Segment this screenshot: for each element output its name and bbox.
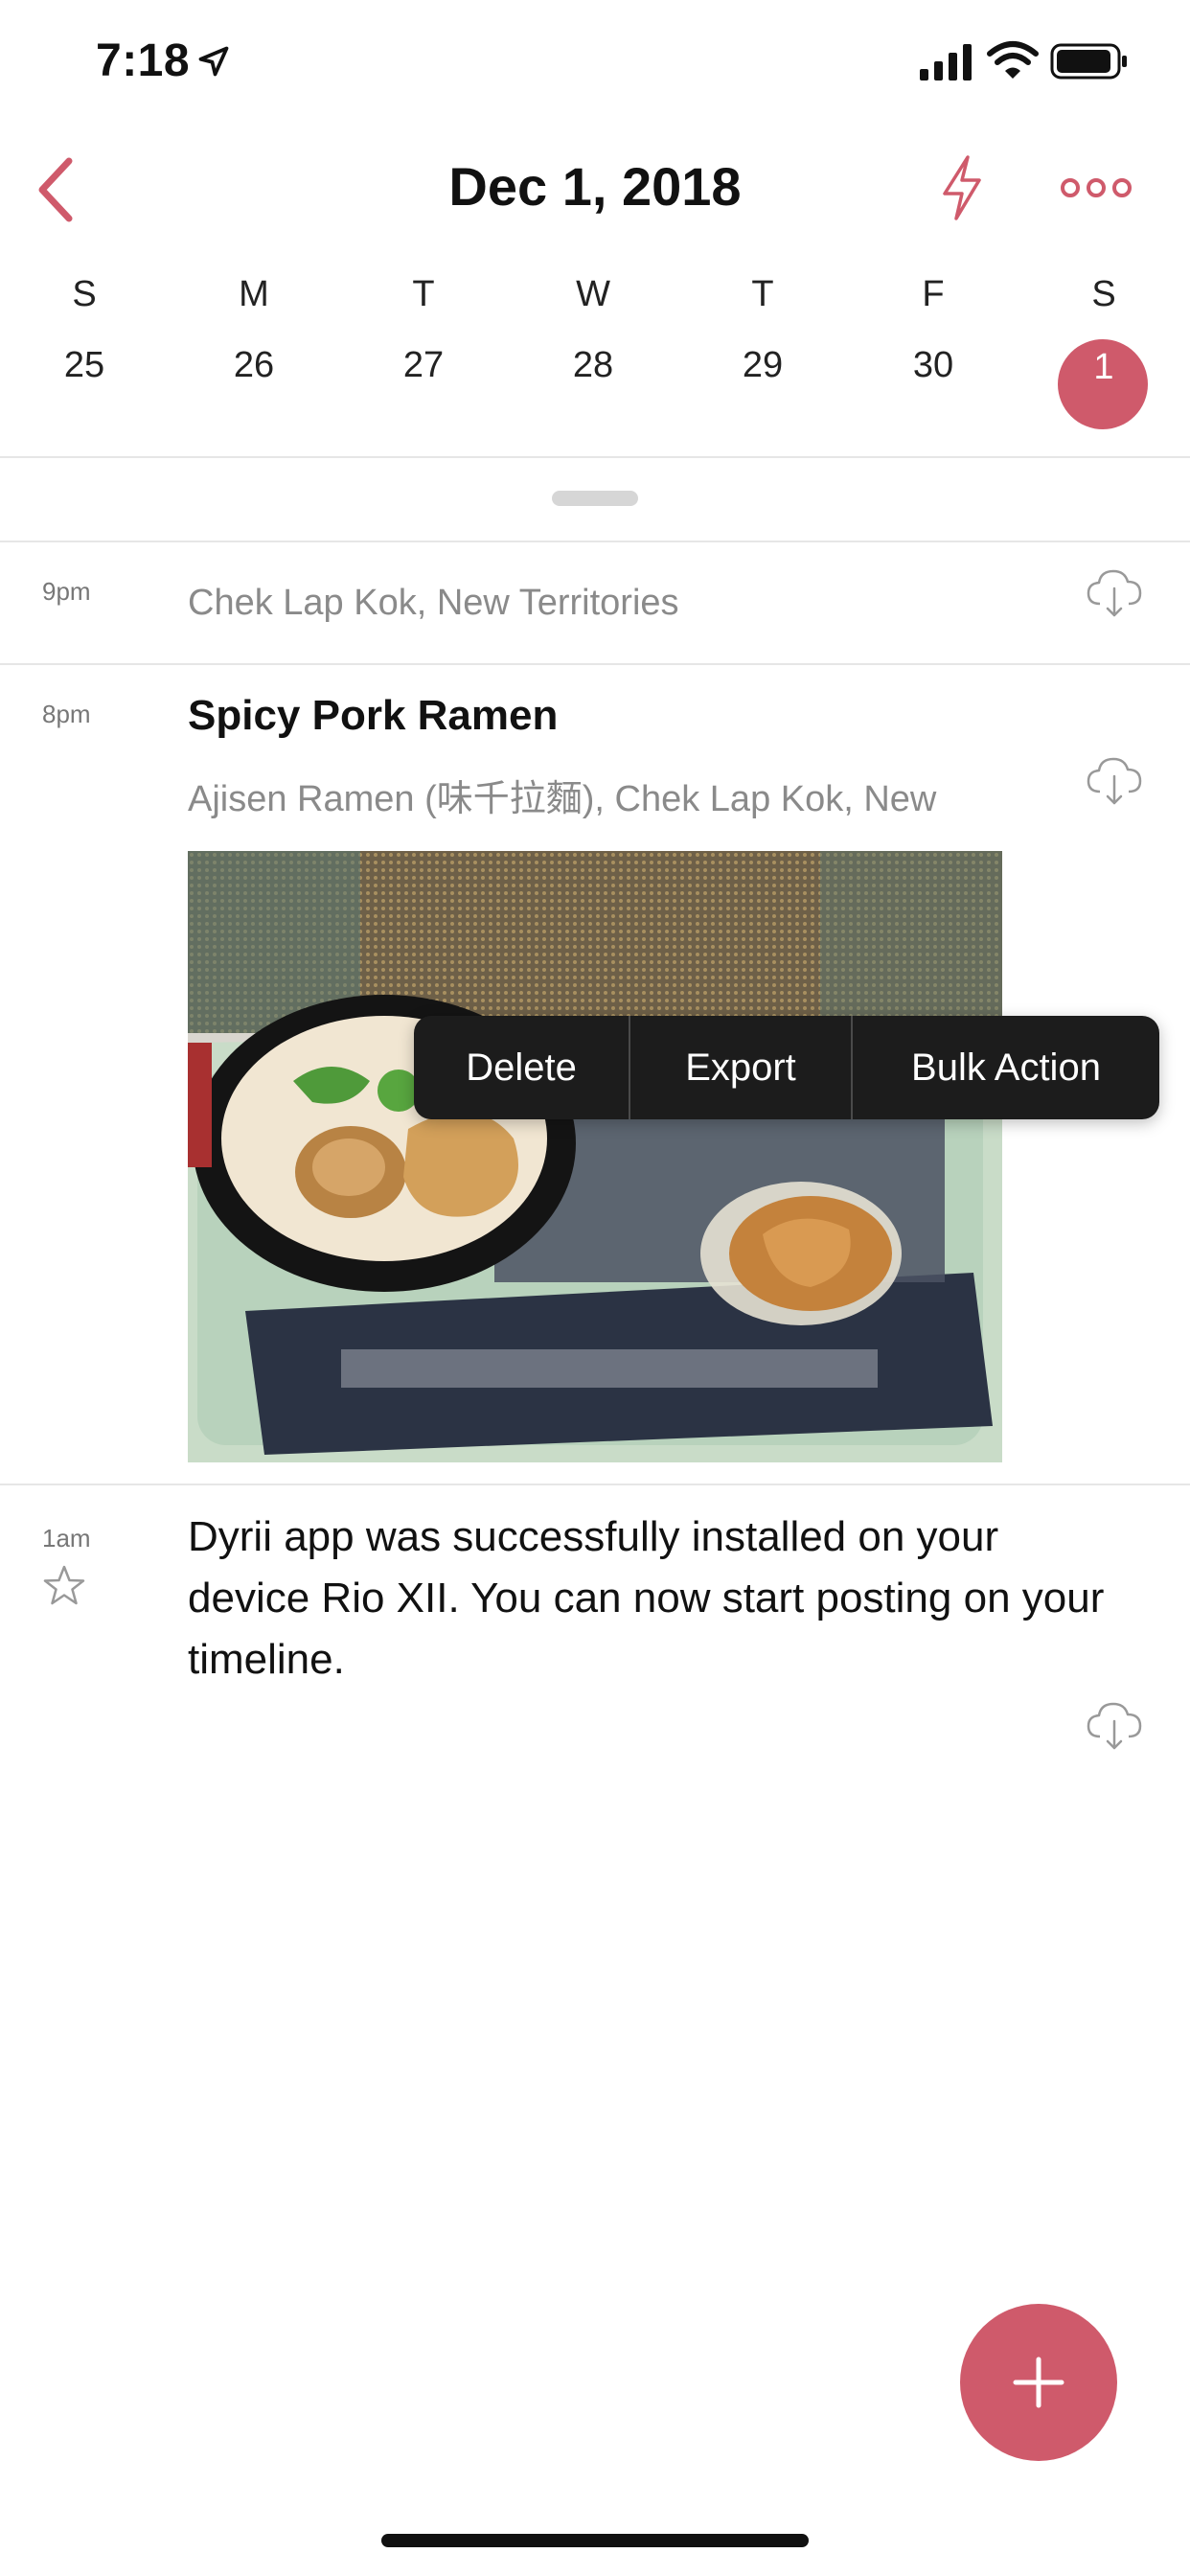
- battery-icon: [1050, 43, 1127, 80]
- day-number: 26: [233, 345, 275, 385]
- day-of-week-label: S: [72, 274, 97, 314]
- entry-location[interactable]: Ajisen Ramen (味千拉麵), Chek Lap Kok, New: [188, 769, 936, 821]
- entry-time: 1am: [42, 1524, 91, 1552]
- page-title: Dec 1, 2018: [448, 156, 742, 217]
- day-of-week-label: S: [1091, 274, 1116, 314]
- week-strip: S 25 M 26 T 27 W 28 T 29 F 30 S 1: [0, 268, 1190, 441]
- bulk-action-menu-item[interactable]: Bulk Action: [853, 1016, 1159, 1119]
- cloud-download-icon[interactable]: [1085, 753, 1144, 807]
- day-of-week-label: T: [751, 274, 774, 314]
- day-of-week-label: F: [922, 274, 945, 314]
- drag-handle[interactable]: [552, 491, 638, 506]
- location-arrow-icon: [198, 46, 229, 77]
- day-number: 28: [572, 345, 614, 385]
- add-entry-button[interactable]: [960, 2304, 1117, 2461]
- cellular-signal-icon: [920, 44, 972, 80]
- day-number: 27: [402, 345, 445, 385]
- entry-location[interactable]: Chek Lap Kok, New Territories: [188, 583, 679, 624]
- status-time: 7:18: [96, 35, 191, 86]
- entry-title[interactable]: Spicy Pork Ramen: [188, 692, 558, 740]
- more-options-icon[interactable]: [1060, 171, 1133, 205]
- star-icon[interactable]: [42, 1564, 86, 1608]
- divider: [0, 456, 1190, 458]
- plus-icon: [1013, 2357, 1064, 2408]
- day-number: 25: [63, 345, 105, 385]
- entry-time: 8pm: [42, 700, 91, 728]
- home-indicator[interactable]: [381, 2534, 809, 2547]
- divider: [0, 540, 1190, 542]
- context-menu: Delete Export Bulk Action: [414, 1016, 1159, 1119]
- ramen-photo[interactable]: [188, 851, 1002, 1462]
- day-number: 29: [742, 345, 784, 385]
- day-number: 30: [912, 345, 954, 385]
- day-of-week-label: T: [412, 274, 435, 314]
- divider: [0, 663, 1190, 665]
- lightning-bolt-icon[interactable]: [935, 153, 989, 222]
- day-of-week-label: W: [576, 274, 610, 314]
- day-of-week-label: M: [239, 274, 269, 314]
- cloud-download-icon[interactable]: [1085, 1698, 1144, 1752]
- entry-time: 9pm: [42, 577, 91, 606]
- entry-body[interactable]: Dyrii app was successfully installed on …: [188, 1506, 1127, 1690]
- day-number: 1: [1093, 347, 1114, 387]
- wifi-icon: [987, 41, 1039, 79]
- export-menu-item[interactable]: Export: [630, 1016, 851, 1119]
- cloud-download-icon[interactable]: [1085, 565, 1144, 619]
- divider: [0, 1484, 1190, 1485]
- delete-menu-item[interactable]: Delete: [414, 1016, 629, 1119]
